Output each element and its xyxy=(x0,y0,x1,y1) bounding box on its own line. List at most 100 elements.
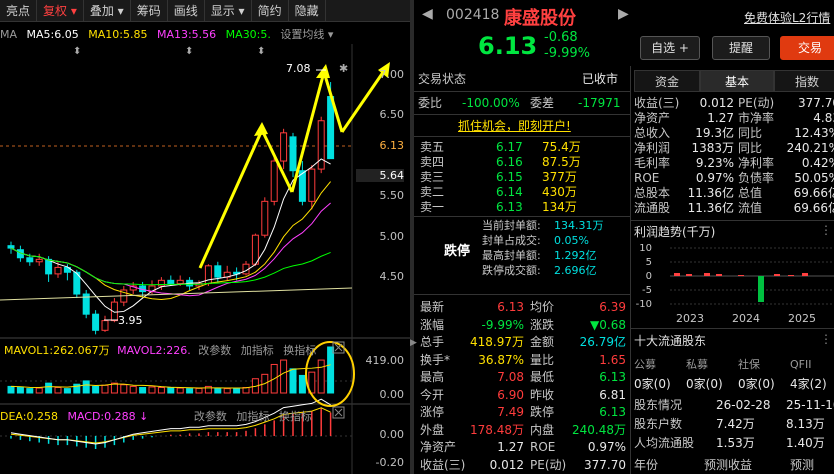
volume-bar xyxy=(233,388,241,394)
vol-add-indicator-button[interactable]: 加指标 xyxy=(241,344,274,357)
add-watchlist-button[interactable]: 自选 + xyxy=(640,36,700,60)
quote-key: 收益(三) xyxy=(420,457,466,472)
holders-more-icon[interactable]: ⋮ xyxy=(820,332,832,346)
profit-bar xyxy=(758,276,764,302)
macd-params-button[interactable]: 改参数 xyxy=(194,410,227,423)
high-price-label: 7.08 xyxy=(286,62,311,75)
quote-key: 昨收 xyxy=(530,387,555,402)
vol-legend: MAVOL1:262.067万 MAVOL2:226. 改参数 加指标 换指标 xyxy=(4,342,316,358)
limit-info-key: 最高封单额: xyxy=(482,249,541,262)
order-ratio-label: 委比 xyxy=(418,96,443,110)
fund-key: 市净率 xyxy=(738,111,775,125)
collapse-arrow-icon[interactable]: ▶ xyxy=(410,338,417,348)
volume-bar xyxy=(129,385,137,394)
sell-level-price: 6.15 xyxy=(496,170,523,184)
alert-button[interactable]: 提醒 xyxy=(712,36,770,60)
vol-params-button[interactable]: 改参数 xyxy=(198,344,231,357)
fund-key: PE(动) xyxy=(738,96,775,110)
candle xyxy=(101,320,109,331)
fund-key: 毛利率 xyxy=(634,156,671,170)
volume-bar xyxy=(195,387,203,394)
quote-value: 26.79亿 xyxy=(579,335,626,349)
volume-bar xyxy=(176,387,184,394)
fund-key: 流值 xyxy=(738,201,763,215)
sell-level-volume: 430万 xyxy=(542,185,577,199)
holder-type-value: 4家(2) xyxy=(790,377,827,391)
macd-bars xyxy=(10,398,332,449)
quote-value: 0.012 xyxy=(489,457,524,472)
macd-legend: DEA:0.258 MACD:0.288 ↓ 改参数 加指标 换指标 xyxy=(0,408,312,424)
volume-bar xyxy=(214,387,222,394)
fund-value: 19.3亿 xyxy=(695,126,734,140)
sell-level-volume: 75.4万 xyxy=(542,140,581,154)
macd-label: MACD:0.288 ↓ xyxy=(67,410,149,423)
volume-bar xyxy=(223,388,231,394)
arrowhead-1 xyxy=(254,122,268,136)
fund-key: 净资产 xyxy=(634,111,671,125)
tab-fund[interactable]: 资金 xyxy=(634,70,700,92)
volume-bar xyxy=(327,346,335,394)
fund-key: 同比 xyxy=(738,141,763,155)
stock-name: 康盛股份 xyxy=(504,8,576,29)
prev-stock-icon[interactable]: ◀ xyxy=(422,6,433,22)
candle xyxy=(7,245,15,249)
fund-key: 总股本 xyxy=(634,186,671,200)
fund-key: 收益(三) xyxy=(634,96,680,110)
quote-key: 外盘 xyxy=(420,422,445,437)
vol-switch-indicator-button[interactable]: 换指标 xyxy=(283,344,316,357)
profit-more-icon[interactable]: ⋮ xyxy=(820,223,832,237)
candle xyxy=(167,279,175,285)
profit-bar xyxy=(716,274,722,276)
next-stock-icon[interactable]: ▶ xyxy=(618,6,629,22)
volume-bar xyxy=(45,382,53,394)
trade-button[interactable]: 交易 xyxy=(780,36,834,60)
sell-level-label: 卖二 xyxy=(420,185,445,199)
candle xyxy=(280,132,288,162)
quote-value: 1.65 xyxy=(599,352,626,367)
quote-value: 6.81 xyxy=(599,387,626,402)
macd-axis-low: -0.20 xyxy=(375,456,404,469)
holder-type-label: 社保 xyxy=(738,358,760,371)
kline-chart: ⬍ ⬍ ⬍ ✱ xyxy=(0,44,410,474)
fund-value: 377.70 xyxy=(798,96,834,110)
limit-down-label: 跌停 xyxy=(444,244,471,259)
sell-level-price: 6.17 xyxy=(496,140,523,154)
limit-info-value: 1.292亿 xyxy=(554,249,597,262)
tab-index[interactable]: 指数 xyxy=(774,70,834,92)
fund-value: 11.36亿 xyxy=(687,201,734,215)
macd-add-indicator-button[interactable]: 加指标 xyxy=(236,410,269,423)
quote-value: 6.13 xyxy=(497,300,524,314)
macd-switch-indicator-button[interactable]: 换指标 xyxy=(279,410,312,423)
volume-bar xyxy=(186,388,194,394)
open-account-link[interactable]: 抓住机会，即刻开户! xyxy=(458,117,571,135)
l2-trial-link[interactable]: 免费体验L2行情 xyxy=(744,9,830,26)
quote-key: 涨跌 xyxy=(530,317,555,332)
price-tick: 7.00 xyxy=(379,68,405,81)
panel-splitter[interactable]: ▶ xyxy=(410,0,417,474)
mavol1-label: MAVOL1:262.067万 xyxy=(4,344,110,357)
holder-type-value: 0家(0) xyxy=(634,377,671,391)
limit-info-value: 2.696亿 xyxy=(554,264,597,277)
holders-footer-eps: 预测收益 xyxy=(704,458,753,472)
fund-key: 同比 xyxy=(738,126,763,140)
mavol2-label: MAVOL2:226. xyxy=(117,344,191,357)
volume-bar xyxy=(26,388,34,394)
sell-level-volume: 87.5万 xyxy=(542,155,581,169)
price-tick-current: 6.13 xyxy=(379,139,405,152)
low-price-label: 3.95 xyxy=(118,314,143,327)
quote-value: 36.87% xyxy=(478,352,524,367)
sell-level-volume: 134万 xyxy=(542,200,577,214)
price-tick-cursor: 5.64 xyxy=(356,169,404,182)
tab-basic[interactable]: 基本 xyxy=(700,70,774,92)
fund-key: 负债率 xyxy=(738,171,775,185)
volume-bar xyxy=(101,384,109,394)
quote-key: 总手 xyxy=(420,335,445,349)
price-change: -0.68 xyxy=(544,30,578,45)
quote-key: 今开 xyxy=(420,387,445,402)
fund-value: 0.42% xyxy=(801,156,834,170)
price-tick: 6.50 xyxy=(379,108,405,121)
sell-level-volume: 377万 xyxy=(542,170,577,184)
volume-bar xyxy=(92,385,100,394)
fund-value: 69.66亿 xyxy=(793,186,834,200)
candle xyxy=(308,168,316,202)
